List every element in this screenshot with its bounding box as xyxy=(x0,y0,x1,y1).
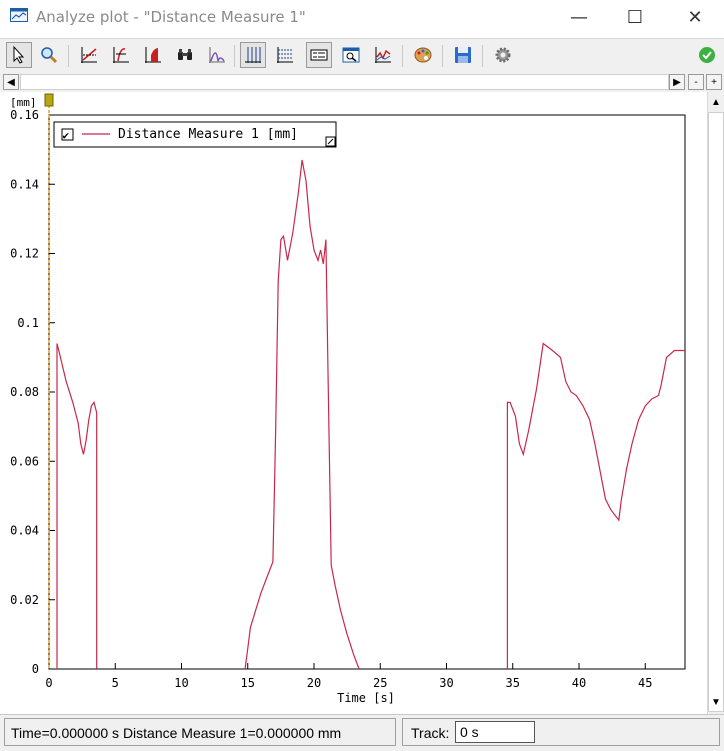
linear-fit-icon[interactable] xyxy=(76,42,102,68)
scroll-track[interactable] xyxy=(20,74,669,90)
legend-icon[interactable] xyxy=(306,42,332,68)
y-tick-label: 0.02 xyxy=(10,593,39,607)
x-tick-label: 25 xyxy=(373,676,387,690)
y-tick-label: 0.12 xyxy=(10,247,39,261)
maximize-button[interactable]: ☐ xyxy=(612,0,658,34)
plot-area[interactable]: 0 0.02 0.04 0.06 0.08 0.1 0.12 0.14 0.16 0 5 10 15 20… xyxy=(0,92,707,714)
legend-label: Distance Measure 1 [mm] xyxy=(118,127,298,142)
x-tick-label: 40 xyxy=(572,676,586,690)
y-tick-label: 0.14 xyxy=(10,177,39,191)
x-tick-label: 15 xyxy=(241,676,255,690)
analyze-plot-app-icon xyxy=(10,8,28,22)
vertical-grid-icon[interactable] xyxy=(240,42,266,68)
y-tick-label: 0.1 xyxy=(17,316,39,330)
x-tick-label: 10 xyxy=(174,676,188,690)
time-cursor-marker[interactable] xyxy=(44,93,54,107)
toolbar xyxy=(0,38,724,73)
y-axis-label: [mm] xyxy=(10,96,37,109)
horizontal-scrollbar[interactable]: ◀ ▶ - + xyxy=(0,72,724,92)
x-tick-label: 5 xyxy=(112,676,119,690)
window-title: Analyze plot - "Distance Measure 1" xyxy=(36,8,306,26)
save-icon[interactable] xyxy=(450,42,476,68)
y-tick-label: 0.08 xyxy=(10,385,39,399)
y-tick-label: 0.06 xyxy=(10,454,39,468)
distance-chart[interactable]: 0 0.02 0.04 0.06 0.08 0.1 0.12 0.14 0.16 0 5 10 15 20… xyxy=(0,92,707,714)
x-tick-label: 30 xyxy=(439,676,453,690)
zoom-window-icon[interactable] xyxy=(338,42,364,68)
zoom-out-button[interactable]: - xyxy=(688,74,704,90)
cursor-readout: Time=0.000000 s Distance Measure 1=0.000… xyxy=(4,718,396,746)
x-axis-label: Time [s] xyxy=(337,691,395,705)
settings-icon[interactable] xyxy=(490,42,516,68)
x-tick-label: 35 xyxy=(506,676,520,690)
close-button[interactable]: ✕ xyxy=(672,0,718,34)
track-label: Track: xyxy=(411,725,450,741)
track-input[interactable] xyxy=(455,721,535,743)
ok-icon[interactable] xyxy=(694,42,720,68)
scroll-left-arrow[interactable]: ◀ xyxy=(3,74,19,90)
title-bar: Analyze plot - "Distance Measure 1" — ☐ … xyxy=(0,0,724,34)
x-tick-label: 20 xyxy=(307,676,321,690)
spectrum-icon[interactable] xyxy=(204,42,230,68)
minimize-button[interactable]: — xyxy=(556,0,602,34)
scroll-up-arrow[interactable]: ▲ xyxy=(708,94,724,110)
binoculars-icon[interactable] xyxy=(172,42,198,68)
y-tick-label: 0 xyxy=(32,662,39,676)
vertical-scroll-track[interactable] xyxy=(708,112,724,712)
plot-frame xyxy=(48,114,686,670)
status-bar: Time=0.000000 s Distance Measure 1=0.000… xyxy=(0,714,724,751)
palette-icon[interactable] xyxy=(410,42,436,68)
pointer-icon[interactable] xyxy=(6,42,32,68)
x-tick-label: 0 xyxy=(45,676,52,690)
x-tick-label: 45 xyxy=(638,676,652,690)
track-panel: Track: xyxy=(402,718,720,746)
integral-area-icon[interactable] xyxy=(140,42,166,68)
scroll-right-arrow[interactable]: ▶ xyxy=(669,74,685,90)
function-icon[interactable] xyxy=(108,42,134,68)
y-tick-label: 0.16 xyxy=(10,108,39,122)
magnifier-icon[interactable] xyxy=(36,42,62,68)
legend-check-icon: ✔ xyxy=(63,129,70,142)
y-tick-label: 0.04 xyxy=(10,524,39,538)
chart-icon[interactable] xyxy=(370,42,396,68)
zoom-in-button[interactable]: + xyxy=(706,74,722,90)
scroll-down-arrow[interactable]: ▼ xyxy=(708,694,724,710)
vertical-scrollbar[interactable]: ▲ ▼ xyxy=(707,92,724,714)
horizontal-grid-icon[interactable] xyxy=(272,42,298,68)
